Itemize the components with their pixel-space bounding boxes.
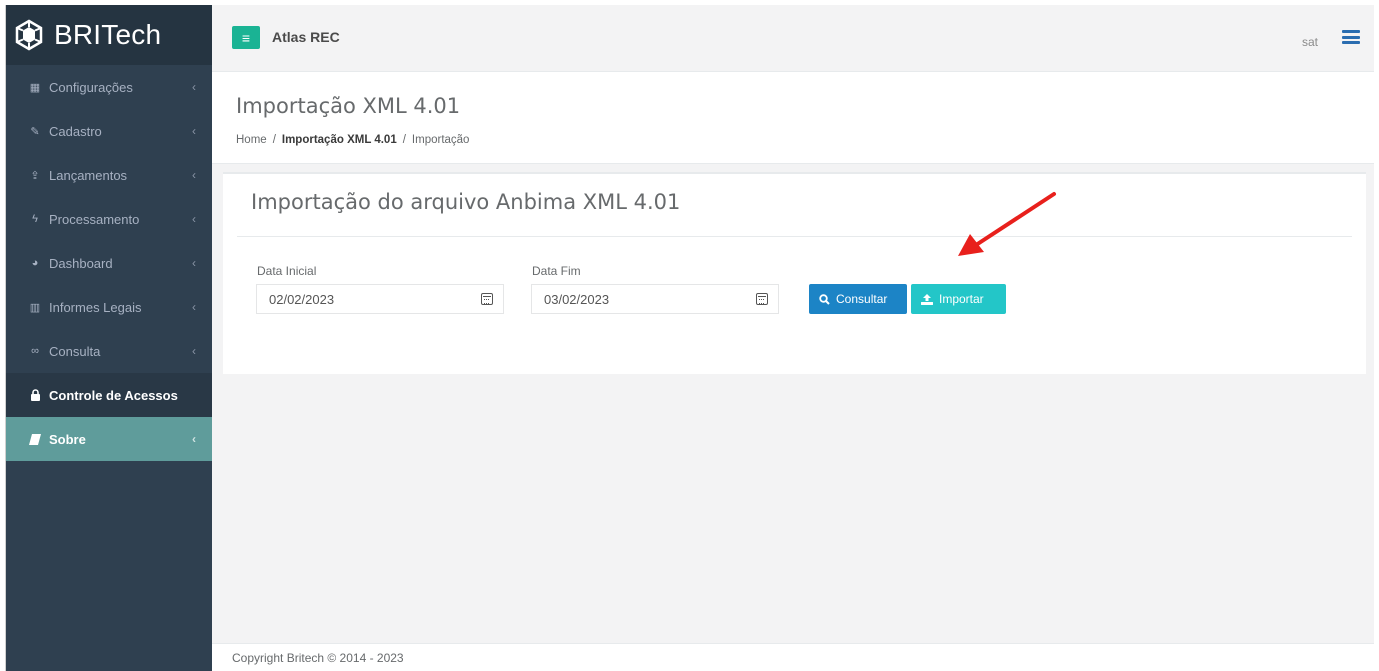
sidebar-item-label: Sobre [49,431,86,447]
start-date-label: Data Inicial [257,264,317,278]
chevron-left-icon: ‹ [192,344,196,358]
copyright-text: Copyright Britech © 2014 - 2023 [232,650,404,665]
chevron-left-icon: ‹ [192,124,196,138]
importar-button[interactable]: Importar [911,284,1006,314]
chevron-left-icon: ‹ [192,212,196,226]
chevron-left-icon: ‹ [192,168,196,182]
user-name[interactable]: sat [1302,35,1318,49]
divider [237,236,1352,237]
sidebar-item-label: Controle de Acessos [49,387,178,403]
sidebar-item-controle-de-acessos[interactable]: Controle de Acessos [6,373,212,417]
end-date-field[interactable]: 03/02/2023 [531,284,779,314]
hamburger-icon: ≡ [241,29,251,46]
start-date-field[interactable]: 02/02/2023 [256,284,504,314]
sidebar-item-label: Configurações [49,79,133,95]
sidebar-item-label: Processamento [49,211,140,227]
building-icon: ▥ [29,301,41,314]
page-heading: Importação XML 4.01 Home / Importação XML … [212,72,1374,164]
footer: Copyright Britech © 2014 - 2023 [212,643,1374,671]
breadcrumb: Home / Importação XML 4.01 / Importação [236,134,469,146]
binoculars-icon: ∞ [31,345,39,357]
sidebar-item-label: Lançamentos [49,167,128,183]
sidebar-item-label: Consulta [49,343,101,359]
consultar-button[interactable]: Consultar [809,284,907,314]
sidebar-item-dashboard[interactable]: ◕ Dashboard ‹ [6,241,212,285]
bolt-icon: ϟ [32,213,38,225]
app-frame: BRITech ▦ Configurações ‹ ✎ Cadastro ‹ ⇪… [5,5,1374,671]
upload-icon [921,293,933,305]
sidebar-nav: ▦ Configurações ‹ ✎ Cadastro ‹ ⇪ Lançame… [6,65,212,461]
breadcrumb-separator: / [272,134,276,146]
app-title: Atlas REC [272,29,340,45]
sidebar-item-configuracoes[interactable]: ▦ Configurações ‹ [6,65,212,109]
panel-title: Importação do arquivo Anbima XML 4.01 [251,190,681,214]
sidebar-item-label: Informes Legais [49,299,142,315]
grid-icon: ▦ [29,81,41,94]
chevron-left-icon: ‹ [192,256,196,270]
sidebar-item-label: Cadastro [49,123,102,139]
calendar-icon[interactable] [756,293,768,305]
sidebar-item-cadastro[interactable]: ✎ Cadastro ‹ [6,109,212,153]
breadcrumb-separator: / [402,134,406,146]
lock-icon [28,389,42,401]
consultar-label: Consultar [836,292,888,306]
end-date-label: Data Fim [532,264,581,278]
sidebar-item-sobre[interactable]: Sobre ‹ [6,417,212,461]
right-menu-icon[interactable] [1342,30,1360,44]
breadcrumb-current: Importação [411,134,470,146]
annotation-arrow-icon [958,192,1056,256]
end-date-value: 03/02/2023 [544,291,610,307]
menu-toggle-button[interactable]: ≡ [232,26,260,49]
sidebar-item-informes-legais[interactable]: ▥ Informes Legais ‹ [6,285,212,329]
import-panel: Importação do arquivo Anbima XML 4.01 Da… [223,172,1366,374]
start-date-value: 02/02/2023 [269,291,335,307]
chevron-left-icon: ‹ [192,300,196,314]
sidebar-item-processamento[interactable]: ϟ Processamento ‹ [6,197,212,241]
brand-name: BRITech [54,19,162,50]
top-navbar: ≡ Atlas REC sat [212,5,1374,72]
breadcrumb-home[interactable]: Home [236,134,267,146]
sidebar: BRITech ▦ Configurações ‹ ✎ Cadastro ‹ ⇪… [6,5,212,671]
sidebar-item-label: Dashboard [49,255,113,271]
book-icon [28,433,42,445]
britech-logo-icon [12,18,46,52]
brand-logo[interactable]: BRITech [6,5,212,65]
pie-chart-icon: ◕ [31,257,39,269]
search-icon [819,293,830,305]
calendar-icon[interactable] [481,293,493,305]
page-title: Importação XML 4.01 [236,94,461,118]
chevron-left-icon: ‹ [192,80,196,94]
chevron-left-icon: ‹ [192,432,196,446]
upload-icon: ⇪ [30,169,40,182]
sidebar-item-consulta[interactable]: ∞ Consulta ‹ [6,329,212,373]
sidebar-item-lancamentos[interactable]: ⇪ Lançamentos ‹ [6,153,212,197]
edit-icon: ✎ [30,125,40,138]
breadcrumb-importacao-xml[interactable]: Importação XML 4.01 [282,134,397,146]
importar-label: Importar [939,292,984,306]
